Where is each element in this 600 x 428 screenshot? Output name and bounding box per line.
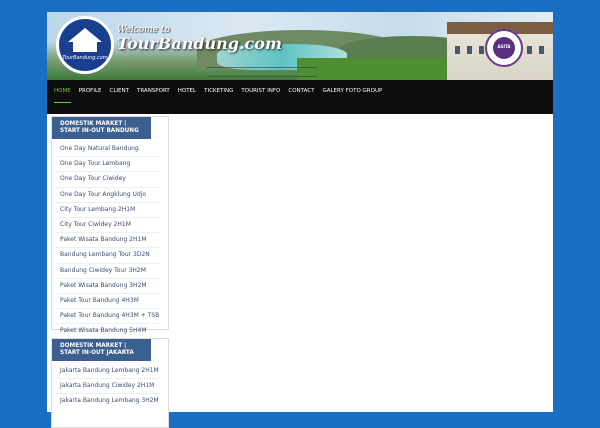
logo-text: TourBandung.com bbox=[62, 55, 108, 61]
sidebar-link[interactable]: One Day Natural Bandung bbox=[56, 142, 160, 158]
house-icon bbox=[68, 28, 102, 42]
site-name: TourBandung.com bbox=[117, 34, 282, 53]
asita-seal: ASITA bbox=[485, 29, 523, 67]
sidebar-link[interactable]: Paket Wisata Bandung 3H2M bbox=[56, 279, 160, 295]
widget-title: DOMESTIK MARKET | START IN-OUT JAKARTA bbox=[52, 339, 151, 361]
sidebar-link[interactable]: Bandung Ciwidey Tour 3H2M bbox=[56, 264, 160, 279]
sidebar-link[interactable]: Paket Tour Bandung 4H3M + TSB bbox=[56, 309, 160, 325]
main-nav: Home Profile Client Transport Hotel Ticketing… bbox=[47, 80, 553, 114]
nav-item-galery-foto-group[interactable]: Galery Foto Group bbox=[318, 80, 386, 114]
sidebar-link[interactable]: City Tour Ciwidey 2H1M bbox=[56, 218, 160, 234]
site-logo[interactable]: TourBandung.com bbox=[56, 16, 114, 74]
nav-item-ticketing[interactable]: Ticketing bbox=[200, 80, 237, 114]
sidebar-link[interactable]: Bandung Lembang Tour 3D2N bbox=[56, 248, 160, 264]
sidebar-link[interactable]: Jakarta Bandung Lembang 3H2M bbox=[56, 394, 160, 408]
widget-title: DOMESTIK MARKET | START IN-OUT BANDUNG bbox=[52, 117, 151, 139]
nav-item-home[interactable]: Home bbox=[50, 80, 75, 114]
sidebar-link[interactable]: Jakarta Bandung Lembang 2H1M bbox=[56, 364, 160, 380]
page-container: TourBandung.com Welcome to TourBandung.c… bbox=[47, 12, 553, 428]
sidebar-link[interactable]: Jakarta Bandung Ciwidey 2H1M bbox=[56, 379, 160, 395]
sidebar-link[interactable]: One Day Tour Angklung Udjo bbox=[56, 188, 160, 203]
nav-item-contact[interactable]: Contact bbox=[284, 80, 318, 114]
nav-item-profile[interactable]: Profile bbox=[75, 80, 106, 114]
banner-fence bbox=[207, 67, 317, 77]
sidebar-link[interactable]: Paket Wisata Bandung 2H1M bbox=[56, 233, 160, 249]
sidebar-link[interactable]: City Tour Lembang 2H1M bbox=[56, 203, 160, 219]
sidebar-widget-bandung: DOMESTIK MARKET | START IN-OUT BANDUNG O… bbox=[51, 116, 169, 334]
nav-item-hotel[interactable]: Hotel bbox=[174, 80, 200, 114]
sidebar-link[interactable]: One Day Tour Ciwidey bbox=[56, 172, 160, 188]
sidebar-link[interactable]: One Day Tour Lembang bbox=[56, 157, 160, 173]
nav-item-transport[interactable]: Transport bbox=[133, 80, 174, 114]
sidebar-widget-jakarta: DOMESTIK MARKET | START IN-OUT JAKARTA J… bbox=[51, 338, 169, 428]
nav-item-tourist-info[interactable]: Tourist Info bbox=[237, 80, 284, 114]
sidebar-link[interactable]: Paket Wisata Bandung 5H4M bbox=[56, 324, 160, 338]
sidebar-link[interactable]: Paket Tour Bandung 4H3M bbox=[56, 294, 160, 310]
nav-item-client[interactable]: Client bbox=[105, 80, 132, 114]
header-banner: TourBandung.com Welcome to TourBandung.c… bbox=[47, 12, 553, 80]
